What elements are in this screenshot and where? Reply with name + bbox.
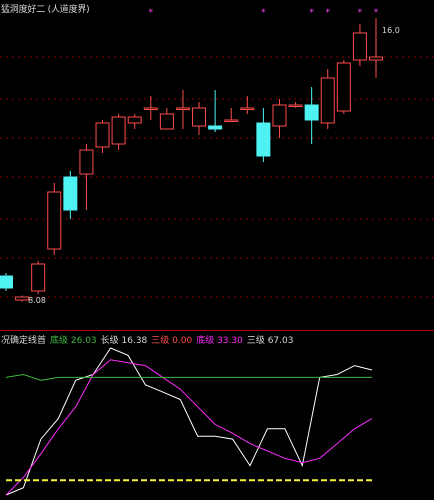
price-annotation: 16.0 (382, 26, 400, 35)
candle-body (352, 32, 367, 61)
candle-body (304, 104, 319, 121)
signal-marker: * (309, 8, 314, 18)
indicator-line (5, 373, 372, 381)
candle-body (369, 56, 383, 61)
candle (192, 102, 207, 135)
candle (336, 60, 351, 114)
candle-body (320, 77, 335, 124)
chart-window: 猛洞度好二 (人道度界) * * * * * * 16.0 8.08 况确定线首 底级 26.0… (0, 0, 434, 500)
candle (208, 90, 223, 132)
candle (320, 69, 335, 129)
candle-body (143, 107, 158, 110)
candle (352, 24, 367, 66)
signal-marker: * (358, 8, 363, 18)
indicator-line (5, 347, 373, 496)
candle (256, 108, 271, 162)
candle-body (224, 119, 239, 122)
candlestick-chart: * * * * * *16.08.08 (0, 8, 434, 305)
candle (111, 114, 126, 150)
candle-body (63, 176, 78, 211)
signal-marker: * (325, 8, 330, 18)
candle-body (192, 107, 207, 127)
candle (369, 18, 383, 78)
candle (127, 114, 142, 129)
candle (15, 295, 30, 302)
candle (143, 96, 158, 120)
candle (175, 90, 190, 129)
candle-body (15, 296, 30, 301)
candle-body (79, 149, 94, 175)
candle (63, 171, 78, 219)
candle-body (175, 107, 190, 110)
signal-marker: * (149, 8, 154, 18)
candle-body (0, 275, 13, 289)
candle (0, 273, 13, 291)
candle (31, 261, 46, 294)
candle (159, 108, 174, 130)
signal-marker: * (374, 8, 379, 18)
candle (304, 87, 319, 144)
candle-body (95, 122, 110, 148)
candle-body (336, 62, 351, 112)
signal-marker: * (261, 8, 266, 18)
candle-body (208, 125, 223, 130)
candle-body (31, 263, 46, 292)
candle (47, 183, 62, 255)
candle (95, 120, 110, 153)
candle-body (127, 116, 142, 124)
candle-body (288, 104, 303, 107)
candle (240, 96, 255, 114)
indicator-chart (5, 347, 373, 496)
price-annotation: 8.08 (28, 296, 46, 305)
candle (224, 108, 239, 122)
candle-body (111, 116, 126, 145)
candle-body (272, 104, 287, 127)
candle-body (240, 107, 255, 110)
candle-body (256, 122, 271, 157)
candle (272, 99, 287, 138)
candle (288, 102, 303, 108)
candle-body (159, 113, 174, 130)
indicator-line (5, 359, 373, 496)
candle-body (47, 191, 62, 250)
